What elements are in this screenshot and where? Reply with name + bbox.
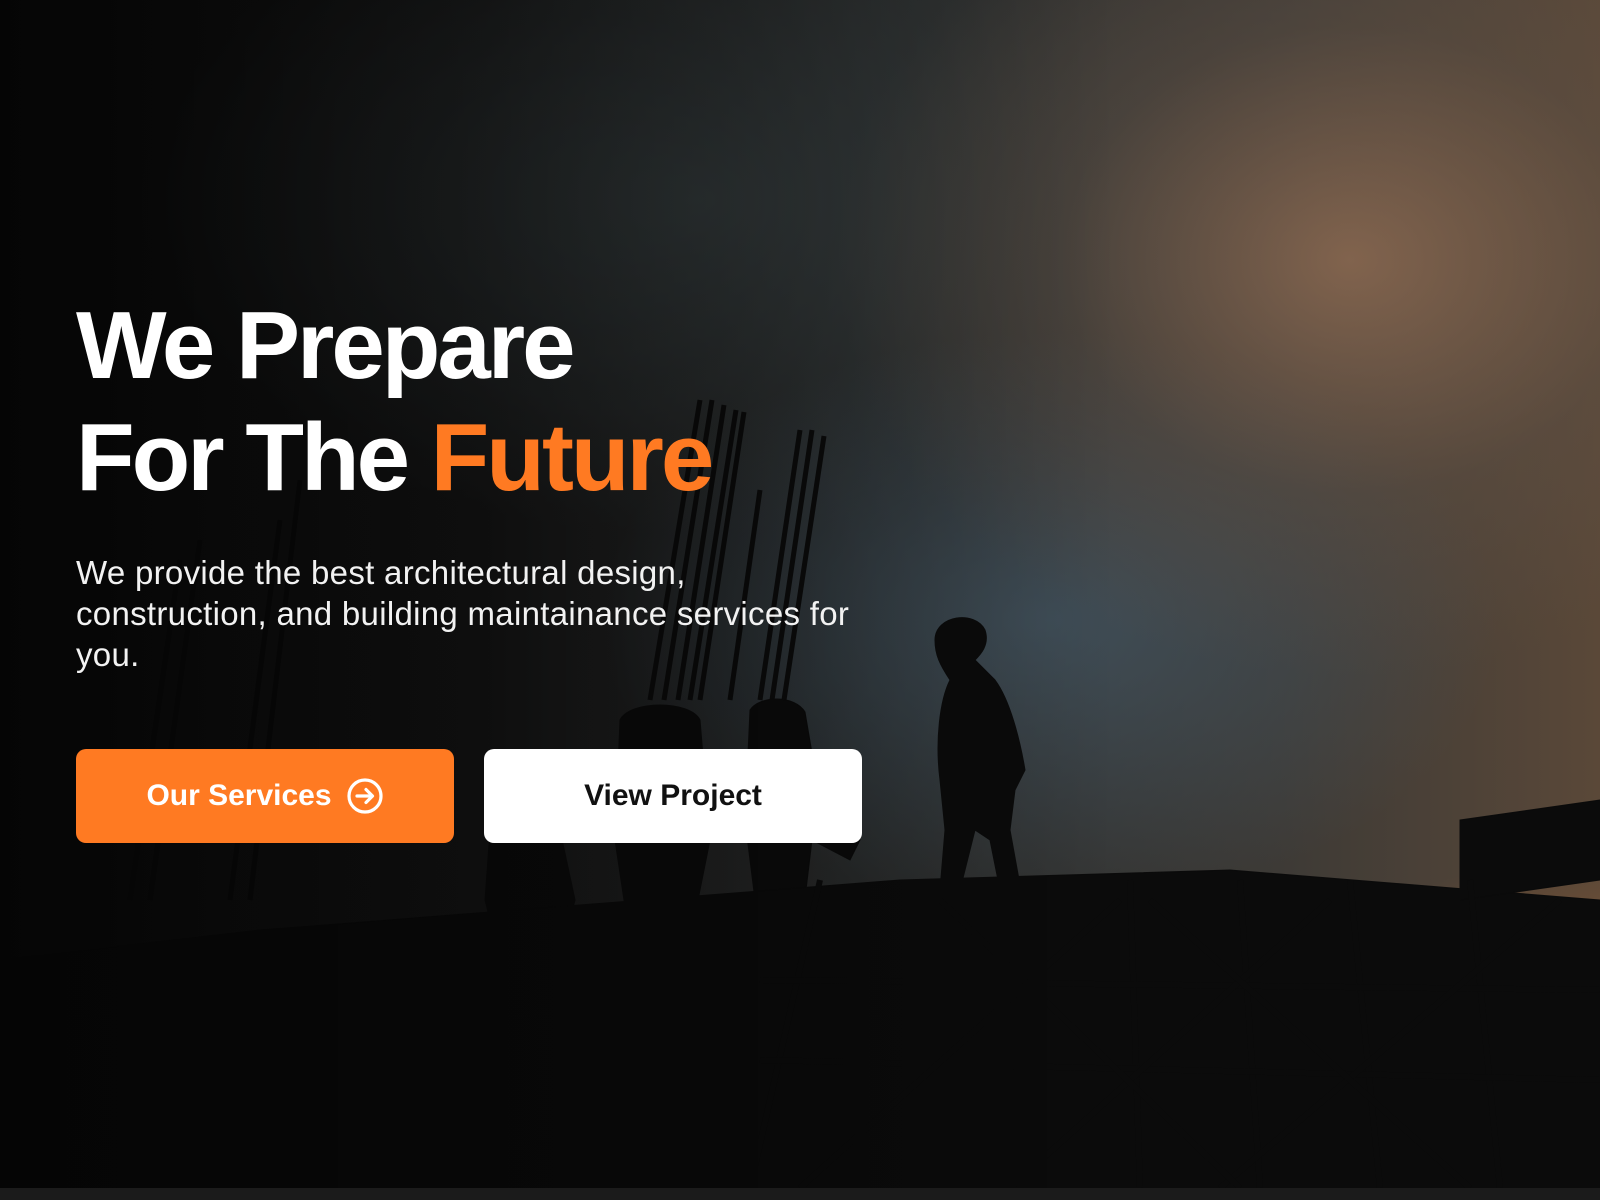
our-services-label: Our Services — [146, 779, 332, 812]
hero-title: We Prepare For The Future — [76, 290, 896, 514]
hero-description: We provide the best architectural design… — [76, 554, 850, 673]
hero-title-accent: Future — [430, 404, 715, 511]
hero-title-line-1: We Prepare — [76, 292, 576, 399]
arrow-right-circle-icon — [346, 777, 384, 815]
hero-title-line-2: For The Future — [76, 402, 896, 514]
hero-title-prefix: For The — [76, 404, 410, 511]
our-services-button[interactable]: Our Services — [76, 749, 454, 843]
hero-content: We Prepare For The Future We provide the… — [76, 290, 896, 843]
view-project-button[interactable]: View Project — [484, 749, 862, 843]
page-bottom-edge — [0, 1188, 1600, 1200]
hero-section: We Prepare For The Future We provide the… — [0, 0, 1600, 1188]
hero-actions: Our Services View Project — [76, 749, 896, 843]
view-project-label: View Project — [584, 779, 762, 812]
